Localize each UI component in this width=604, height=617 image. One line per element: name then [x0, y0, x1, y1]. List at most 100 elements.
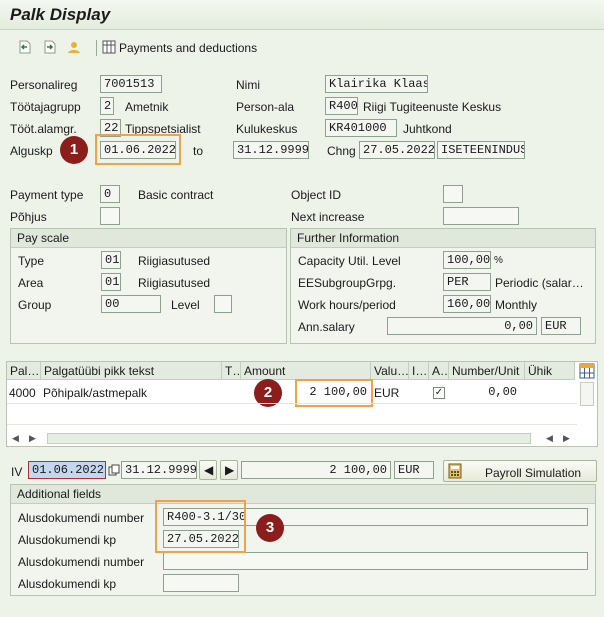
- level-label: Level: [171, 298, 200, 312]
- tootajagrupp-text: Ametnik: [125, 100, 169, 114]
- column-header-i[interactable]: I…: [409, 362, 429, 380]
- total-currency-field[interactable]: EUR: [394, 461, 434, 479]
- column-header-currency[interactable]: Valu…: [371, 362, 409, 380]
- previous-period-icon: ◀: [204, 463, 214, 477]
- column-header-uhik[interactable]: Ühik: [525, 362, 575, 380]
- object-id-label: Object ID: [291, 188, 342, 202]
- group-label: Group: [18, 298, 52, 312]
- eesub-text: Periodic (salar…: [495, 276, 584, 290]
- column-header-t[interactable]: T…: [222, 362, 241, 380]
- alusdok-kp-label: Alusdokumendi kp: [18, 533, 117, 547]
- area-field[interactable]: 01: [101, 273, 121, 291]
- tootalamgr-label: Tööt.alamgr.: [10, 122, 77, 136]
- level-field[interactable]: [214, 295, 232, 313]
- payroll-simulation-label: Payroll Simulation: [485, 466, 582, 480]
- payment-type-text: Basic contract: [138, 188, 214, 202]
- object-id-field[interactable]: [443, 185, 463, 203]
- chng-label: Chng: [327, 144, 356, 158]
- payment-type-field[interactable]: 0: [100, 185, 120, 203]
- area-label: Area: [18, 276, 44, 290]
- ann-salary-currency[interactable]: EUR: [541, 317, 581, 335]
- total-amount-field[interactable]: 2 100,00: [241, 461, 391, 479]
- table-icon: [102, 40, 116, 54]
- table-row-divider: [7, 424, 577, 425]
- column-header-number-unit[interactable]: Number/Unit: [449, 362, 525, 380]
- table-row-divider: [7, 403, 577, 404]
- row-wage-type: 4000: [9, 386, 36, 400]
- alusdok-kp-field-2[interactable]: [163, 574, 239, 592]
- column-header-text[interactable]: Palgatüübi pikk tekst: [41, 362, 222, 380]
- annotation-badge-3: 3: [256, 514, 284, 542]
- table-vertical-scrollbar[interactable]: [580, 382, 594, 406]
- toolbar-separator: [96, 40, 97, 56]
- row-number: 0,00: [488, 385, 517, 399]
- ann-salary-label: Ann.salary: [298, 320, 355, 334]
- annotation-badge-1: 1: [60, 136, 88, 164]
- work-hours-label: Work hours/period: [298, 298, 396, 312]
- iv-to-field[interactable]: 31.12.9999: [121, 461, 197, 479]
- personala-text: Riigi Tugiteenuste Keskus: [363, 100, 502, 114]
- iv-label: IV: [11, 465, 23, 479]
- further-info-title: Further Information: [291, 229, 595, 248]
- highlight-box-3: [155, 500, 246, 553]
- personalireg-label: Personalireg: [10, 78, 78, 92]
- column-header-a[interactable]: A…: [429, 362, 449, 380]
- capacity-field[interactable]: 100,00: [443, 251, 491, 269]
- column-header-amount[interactable]: Amount: [241, 362, 371, 380]
- next-record-icon[interactable]: [42, 39, 58, 55]
- previous-record-icon[interactable]: [17, 39, 33, 55]
- to-label: to: [193, 144, 204, 158]
- next-period-icon: ▶: [225, 463, 235, 477]
- work-hours-unit: Monthly: [495, 298, 538, 312]
- scroll-right-icon-2[interactable]: ▶: [563, 433, 570, 444]
- type-text: Riigiasutused: [138, 254, 211, 268]
- alusdok-kp-label-2: Alusdokumendi kp: [18, 577, 117, 591]
- next-increase-field[interactable]: [443, 207, 519, 225]
- personala-field[interactable]: R400: [325, 97, 358, 115]
- eesub-field[interactable]: PER: [443, 273, 491, 291]
- type-label: Type: [18, 254, 45, 268]
- kulukeskus-text: Juhtkond: [403, 122, 452, 136]
- column-settings-icon[interactable]: [579, 363, 595, 379]
- alusdok-number-field-2[interactable]: [163, 552, 588, 570]
- alusdok-number-label: Alusdokumendi number: [18, 511, 145, 525]
- group-field[interactable]: 00: [101, 295, 161, 313]
- kulukeskus-label: Kulukeskus: [236, 122, 298, 136]
- tootajagrupp-field[interactable]: 2: [100, 97, 114, 115]
- alguskp-field[interactable]: 01.06.2022: [100, 141, 176, 159]
- pay-scale-title: Pay scale: [11, 229, 286, 248]
- row-amount[interactable]: 2 100,00: [299, 385, 367, 399]
- scroll-left-icon[interactable]: ◀: [12, 433, 19, 444]
- column-header-wage-type[interactable]: Pal…: [7, 362, 41, 380]
- nimi-field[interactable]: Klairika Klaas: [325, 75, 428, 93]
- page-title: Palk Display: [10, 5, 111, 24]
- additional-fields-title: Additional fields: [11, 485, 595, 504]
- area-text: Riigiasutused: [138, 276, 211, 290]
- scroll-right-icon[interactable]: ▶: [29, 433, 36, 444]
- kulukeskus-field[interactable]: KR401000: [325, 119, 397, 137]
- scroll-left-icon-2[interactable]: ◀: [546, 433, 553, 444]
- chng-user-field[interactable]: ISETEENINDUS: [437, 141, 525, 159]
- personala-label: Person-ala: [236, 100, 295, 114]
- payments-deductions-button[interactable]: Payments and deductions: [119, 41, 257, 55]
- alguskp-label: Alguskp: [10, 144, 53, 158]
- capacity-label: Capacity Util. Level: [298, 254, 401, 268]
- table-horizontal-scrollbar[interactable]: [47, 433, 531, 444]
- type-field[interactable]: 01: [101, 251, 121, 269]
- row-approved-checkbox[interactable]: ✓: [433, 387, 445, 399]
- nimi-label: Nimi: [236, 78, 260, 92]
- next-increase-label: Next increase: [291, 210, 365, 224]
- row-text: Põhipalk/astmepalk: [43, 386, 148, 400]
- ann-salary-field[interactable]: 0,00: [387, 317, 537, 335]
- iv-from-field[interactable]: 01.06.2022: [28, 461, 106, 479]
- personalireg-field[interactable]: 7001513: [100, 75, 162, 93]
- chng-date-field[interactable]: 27.05.2022: [359, 141, 435, 159]
- work-hours-field[interactable]: 160,00: [443, 295, 491, 313]
- overview-icon[interactable]: [66, 39, 82, 55]
- payment-type-label: Payment type: [10, 188, 84, 202]
- toolbar: [0, 31, 604, 63]
- calculator-icon: [448, 463, 462, 479]
- copy-icon[interactable]: [108, 464, 120, 476]
- to-date-field[interactable]: 31.12.9999: [233, 141, 309, 159]
- pohjus-field[interactable]: [100, 207, 120, 225]
